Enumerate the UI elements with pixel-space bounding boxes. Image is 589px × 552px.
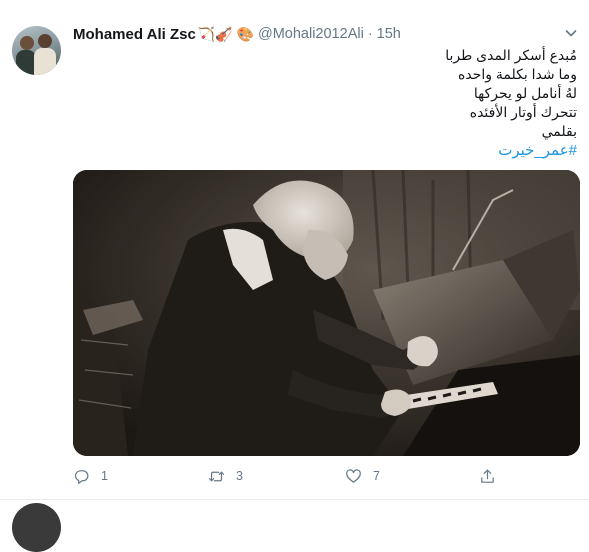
timestamp[interactable]: 15h — [377, 26, 401, 42]
avatar-figure — [38, 34, 52, 48]
chevron-down-icon — [565, 30, 577, 37]
tweet-actions: 1 3 7 — [73, 466, 503, 486]
hashtag-link[interactable]: #عمر_خيرت — [157, 141, 577, 161]
tweet-photo[interactable] — [73, 170, 580, 456]
retweet-count: 3 — [236, 469, 243, 483]
reply-icon — [74, 469, 89, 484]
like-count: 7 — [373, 469, 380, 483]
more-options-button[interactable] — [563, 25, 579, 41]
share-icon — [481, 469, 494, 483]
tweet[interactable]: Mohamed Ali Zsc 🏹🎻 🎨 @Mohali2012Ali · 15… — [0, 0, 589, 500]
tweet-line: مُبدع أسكر المدى طربا — [445, 47, 577, 63]
retweet-icon — [208, 471, 225, 481]
avatar-figure — [16, 50, 36, 75]
next-tweet-avatar[interactable] — [12, 503, 61, 552]
tweet-header: Mohamed Ali Zsc 🏹🎻 🎨 @Mohali2012Ali · 15… — [73, 24, 401, 44]
retweet-button[interactable]: 3 — [208, 466, 243, 486]
name-emojis: 🏹🎻 🎨 — [197, 25, 254, 42]
share-button[interactable] — [479, 466, 496, 486]
separator-dot: · — [367, 26, 373, 42]
user-handle[interactable]: @Mohali2012Ali — [258, 26, 364, 42]
tweet-line: بقلمي — [541, 123, 577, 139]
reply-button[interactable]: 1 — [73, 466, 108, 486]
tweet-line: تتحرك أوتار الأفئده — [469, 104, 577, 120]
pianist-photo — [73, 170, 580, 456]
like-button[interactable]: 7 — [345, 466, 380, 486]
heart-icon — [346, 468, 361, 483]
display-name[interactable]: Mohamed Ali Zsc — [73, 26, 196, 43]
tweet-line: وما شدا بكلمة واحده — [457, 66, 577, 82]
tweet-line: لهُ أنامل لو يحركها — [473, 85, 577, 101]
reply-count: 1 — [101, 469, 108, 483]
avatar-figure — [34, 48, 56, 75]
avatar[interactable] — [12, 26, 61, 75]
avatar-figure — [20, 36, 34, 50]
tweet-text: مُبدع أسكر المدى طربا وما شدا بكلمة واحد… — [157, 46, 577, 161]
